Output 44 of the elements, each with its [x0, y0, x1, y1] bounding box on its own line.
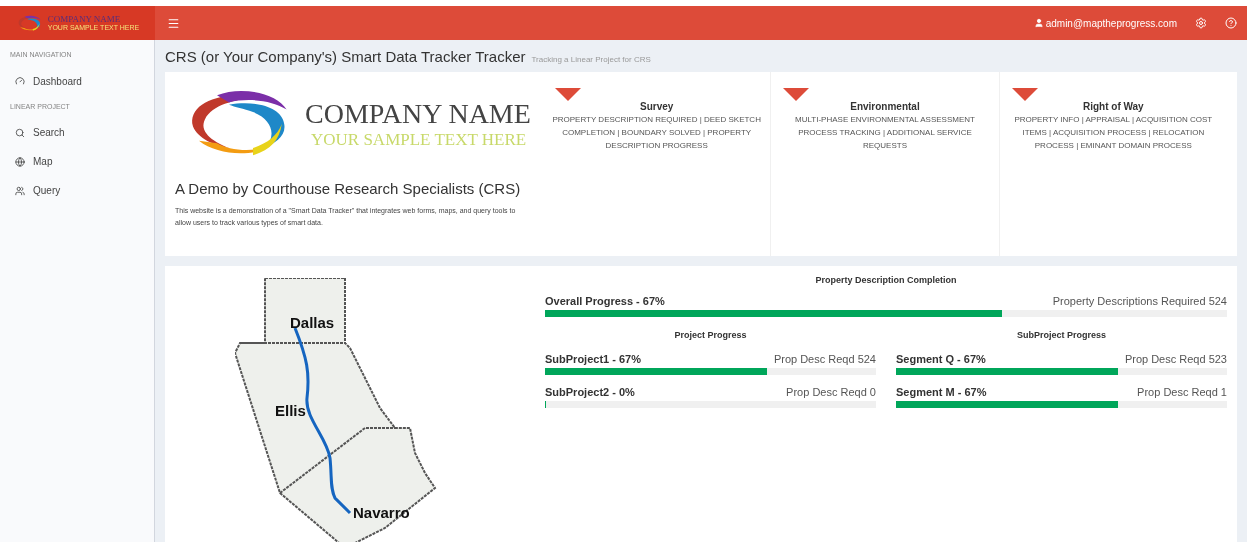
county-label: Navarro [353, 504, 410, 521]
progress-label: SubProject1 - 67% [545, 352, 641, 366]
progress-label: Segment Q - 67% [896, 352, 986, 366]
logo-tagline: YOUR SAMPLE TEXT HERE [311, 130, 528, 150]
nav-item[interactable]: Dashboard [0, 66, 154, 96]
progress-reading: Prop Desc Reqd 523 [1124, 352, 1227, 366]
category-title: Environmental [849, 101, 921, 113]
dashboard-icon [15, 76, 25, 86]
progress-group-title: SubProject Progress [1016, 328, 1107, 342]
help-icon[interactable] [1225, 17, 1237, 29]
menu-icon[interactable] [167, 16, 180, 30]
county-label: Dallas [290, 314, 335, 331]
county-label: Ellis [275, 402, 306, 419]
user-icon [1033, 18, 1044, 28]
intro-heading: A Demo by Courthouse Research Specialists (CRS) [175, 179, 522, 199]
settings-icon[interactable] [1195, 17, 1207, 29]
progress-group-title: Project Progress [673, 328, 748, 342]
progress-reading: Prop Desc Reqd 1 [1137, 385, 1227, 399]
category-text: MULTI-PHASE ENVIRONMENTAL ASSESSMENT PROCESS TRACKING | ADDITIONAL SERVICE REQUESTS [794, 114, 976, 152]
triangle-icon [555, 88, 581, 101]
logo-name: COMPANY NAME [305, 98, 531, 130]
category-title: Right of Way [1081, 101, 1145, 113]
category-text: PROPERTY DESCRIPTION REQUIRED | DEED SKETCH COMPLETION | BOUNDARY SOLVED | PROPERTY DESCRIPTION PROGRESS [551, 114, 762, 152]
category-text: PROPERTY INFO | APPRAISAL | ACQUISITION COST ITEMS | ACQUISITION PROCESS | RELOCATION PROCESS | EMINANT DOMAIN PROCESS [1013, 114, 1214, 152]
logo-name: COMPANY NAME [47, 15, 122, 24]
page-title: CRS (or Your Company's) Smart Data Tracker Tracker [165, 47, 526, 67]
category-title: Survey [639, 101, 675, 113]
progress-reading: Property Descriptions Required 524 [1052, 293, 1227, 308]
progress-label: Overall Progress - 67% [545, 293, 665, 308]
progress-reading: Prop Desc Reqd 524 [773, 352, 876, 366]
triangle-icon [1011, 88, 1038, 101]
search-icon [15, 127, 25, 138]
progress-title: Property Description Completion [814, 274, 958, 287]
users-icon [15, 185, 25, 196]
page-subtitle: Tracking a Linear Project for CRS [531, 54, 651, 66]
progress-label: Segment M - 67% [896, 385, 987, 399]
nav-item[interactable]: Map [0, 147, 154, 176]
globe-icon [15, 156, 25, 167]
progress-label: SubProject2 - 0% [545, 385, 635, 399]
triangle-icon [783, 88, 810, 101]
nav-item[interactable]: Search [0, 118, 154, 147]
progress-reading: Prop Desc Reqd 0 [786, 385, 876, 399]
user-email[interactable]: admin@maptheprogress.com [1045, 15, 1177, 31]
nav-item[interactable]: Query [0, 176, 154, 205]
